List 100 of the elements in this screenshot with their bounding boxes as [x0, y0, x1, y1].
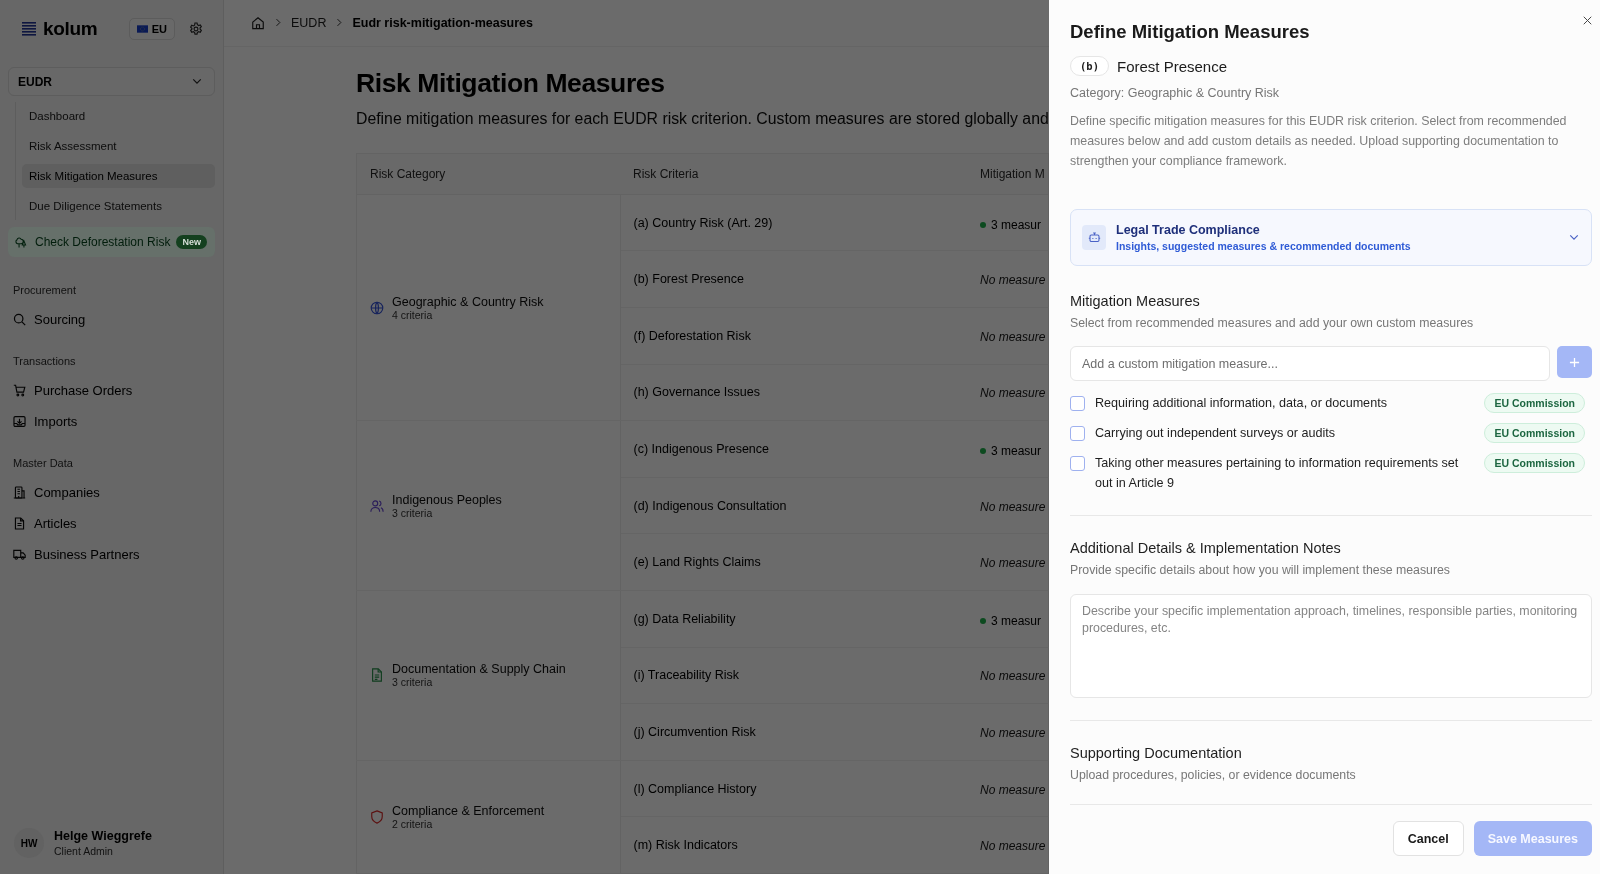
source-badge: EU Commission — [1484, 453, 1585, 473]
section-heading: Mitigation Measures — [1070, 292, 1200, 311]
nav-item[interactable]: Business Partners — [13, 539, 215, 570]
measure-count: 3 measur — [991, 217, 1042, 232]
search-icon — [13, 313, 26, 326]
nav-item[interactable]: Imports — [13, 406, 215, 437]
deforestation-check-link[interactable]: Check Deforestation Risk New — [8, 227, 215, 257]
user-role: Client Admin — [54, 845, 114, 857]
source-badge: EU Commission — [1484, 393, 1585, 413]
nav-item[interactable]: Articles — [13, 508, 215, 539]
panel-title: Define Mitigation Measures — [1070, 20, 1310, 44]
chevron-icon — [192, 78, 202, 85]
document-icon — [370, 668, 384, 683]
category-name: Geographic & Country Risk — [392, 294, 544, 309]
globe-icon — [370, 300, 384, 315]
people-icon — [370, 498, 384, 513]
section-heading: Additional Details & Implementation Notes — [1070, 539, 1341, 558]
close-icon[interactable] — [1583, 16, 1592, 25]
criterion-name[interactable]: (e) Land Rights Claims — [633, 555, 761, 570]
cancel-button[interactable]: Cancel — [1392, 821, 1464, 856]
criterion-name[interactable]: (a) Country Risk (Art. 29) — [633, 215, 773, 230]
chevron-icon — [336, 18, 343, 28]
page-subtitle: Define mitigation measures for each EUDR risk criterion. Custom measures are stored globally and — [356, 108, 1049, 129]
checkbox[interactable] — [1070, 456, 1085, 471]
chevron-icon — [275, 18, 281, 28]
criterion-name[interactable]: (i) Traceability Risk — [633, 668, 740, 683]
document-icon — [13, 517, 26, 530]
criteria-count: 3 criteria — [392, 676, 434, 689]
no-measures-text: No measure — [980, 726, 1046, 740]
category-name: Compliance & Enforcement — [392, 803, 545, 818]
breadcrumb-current: Eudr risk-mitigation-measures — [352, 15, 534, 30]
checkbox[interactable] — [1070, 396, 1085, 411]
no-measures-text: No measure — [980, 839, 1046, 854]
criterion-name[interactable]: (b) Forest Presence — [633, 272, 744, 287]
trees-icon — [15, 235, 28, 249]
section-description: Select from recommended measures and add your own custom measures — [1070, 316, 1474, 330]
criterion-name[interactable]: (j) Circumvention Risk — [633, 725, 756, 739]
criteria-count: 3 criteria — [392, 506, 433, 519]
category-name: Indigenous Peoples — [392, 492, 502, 507]
plus-icon — [1569, 356, 1580, 368]
measure-label[interactable]: Taking other measures pertaining to information requirements set out in Article 9 — [1095, 453, 1473, 493]
no-measures-text: No measure — [980, 329, 1046, 344]
insight-title: Legal Trade Compliance — [1116, 223, 1261, 237]
insight-subtitle: Insights, suggested measures & recommended documents — [1116, 240, 1411, 252]
criterion-name[interactable]: (f) Deforestation Risk — [633, 328, 751, 343]
criterion-name[interactable]: (l) Compliance History — [633, 781, 757, 796]
criterion-name[interactable]: (m) Risk Indicators — [633, 838, 738, 853]
building-icon — [13, 486, 26, 499]
user-avatar: HW — [14, 828, 44, 858]
category-name: Documentation & Supply Chain — [392, 662, 566, 677]
insight-card[interactable]: Legal Trade Compliance Insights, suggested measures & recommended documents — [1070, 209, 1592, 266]
robot-icon — [1082, 225, 1106, 250]
measure-label[interactable]: Carrying out independent surveys or audits — [1095, 423, 1473, 443]
user-name: Helge Wieggrefe — [54, 829, 152, 843]
breadcrumb-link[interactable]: EUDR — [291, 15, 327, 30]
home-icon[interactable] — [251, 15, 265, 30]
nav-item[interactable]: Risk Mitigation Measures — [22, 164, 215, 188]
download-tray-icon — [13, 415, 26, 428]
no-measures-text: No measure — [980, 273, 1046, 288]
cart-icon — [13, 384, 26, 397]
nav-item[interactable]: Companies — [13, 477, 215, 508]
checkbox[interactable] — [1070, 426, 1085, 441]
column-header: Mitigation M — [980, 166, 1045, 181]
source-badge: EU Commission — [1484, 423, 1585, 443]
notes-textarea[interactable]: Describe your specific implementation approach, timelines, responsible parties, monitoring procedures, etc. — [1070, 594, 1592, 698]
section-heading: Supporting Documentation — [1070, 744, 1242, 763]
chevron-icon — [1569, 234, 1579, 241]
region-button[interactable]: EU — [128, 18, 175, 40]
custom-measure-input[interactable]: Add a custom mitigation measure... — [1070, 346, 1550, 381]
section-description: Provide specific details about how you will implement these measures — [1070, 563, 1451, 577]
criterion-name[interactable]: (g) Data Reliability — [633, 611, 736, 626]
section-label: Master Data — [13, 457, 74, 469]
truck-icon — [13, 548, 26, 561]
criterion-name[interactable]: (c) Indigenous Presence — [633, 442, 769, 457]
criterion-name[interactable]: (d) Indigenous Consultation — [633, 498, 787, 513]
nav-item[interactable]: Dashboard — [22, 104, 215, 128]
module-dropdown[interactable]: EUDR — [8, 67, 215, 96]
measure-label[interactable]: Requiring additional information, data, or documents — [1095, 393, 1473, 413]
no-measures-text: No measure — [980, 556, 1046, 571]
no-measures-text: No measure — [980, 782, 1046, 797]
criterion-name[interactable]: (h) Governance Issues — [633, 385, 760, 400]
section-description: Upload procedures, policies, or evidence documents — [1070, 768, 1356, 782]
new-badge: New — [176, 235, 207, 249]
flag-icon — [136, 25, 148, 33]
column-header: Risk Category — [370, 166, 446, 181]
nav-item[interactable]: Due Diligence Statements — [22, 194, 215, 218]
no-measures-text: No measure — [980, 499, 1046, 514]
settings-icon[interactable] — [189, 22, 203, 36]
criteria-count: 4 criteria — [392, 308, 433, 321]
nav-item[interactable]: Purchase Orders — [13, 375, 215, 406]
column-header: Risk Criteria — [633, 166, 699, 181]
measure-count: 3 measur — [991, 613, 1042, 628]
nav-item[interactable]: Sourcing — [13, 304, 215, 335]
nav-item[interactable]: Risk Assessment — [22, 134, 215, 158]
section-label: Transactions — [13, 355, 77, 367]
criterion-title: Forest Presence — [1116, 57, 1227, 75]
shield-icon — [370, 809, 384, 824]
logo-icon — [22, 22, 36, 36]
category-text: Category: Geographic & Country Risk — [1070, 86, 1280, 100]
page-title: Risk Mitigation Measures — [356, 66, 666, 100]
